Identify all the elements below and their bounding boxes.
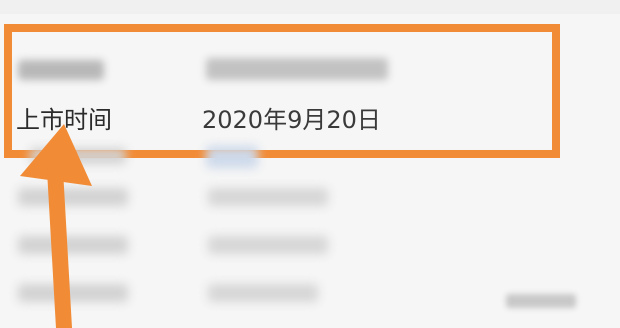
arrow-annotation bbox=[20, 124, 92, 328]
detail-screen: 上市时间 2020年9月20日 bbox=[0, 0, 620, 328]
arrow-shaft bbox=[47, 162, 72, 328]
